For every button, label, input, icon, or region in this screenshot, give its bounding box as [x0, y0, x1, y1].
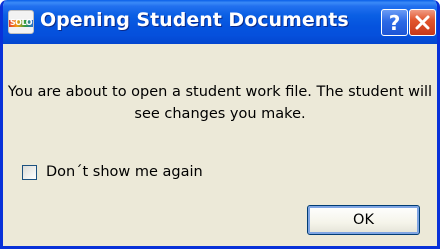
title-bar[interactable]: SOLO Opening Student Documents ? [3, 0, 437, 44]
help-button[interactable]: ? [381, 9, 408, 36]
dont-show-again-label[interactable]: Don´t show me again [46, 164, 203, 180]
solo-icon-text: SOLO [9, 18, 33, 27]
dialog-window: SOLO Opening Student Documents ? You are… [0, 0, 440, 249]
dialog-title: Opening Student Documents [40, 9, 349, 31]
close-button[interactable] [409, 9, 436, 36]
dont-show-again-option[interactable]: Don´t show me again [22, 164, 203, 180]
dont-show-again-checkbox[interactable] [22, 164, 37, 180]
message-text: You are about to open a student work fil… [7, 84, 433, 122]
help-icon: ? [388, 10, 401, 35]
close-icon [415, 15, 430, 30]
ok-button[interactable]: OK [307, 205, 420, 235]
solo-icon: SOLO [8, 10, 34, 34]
